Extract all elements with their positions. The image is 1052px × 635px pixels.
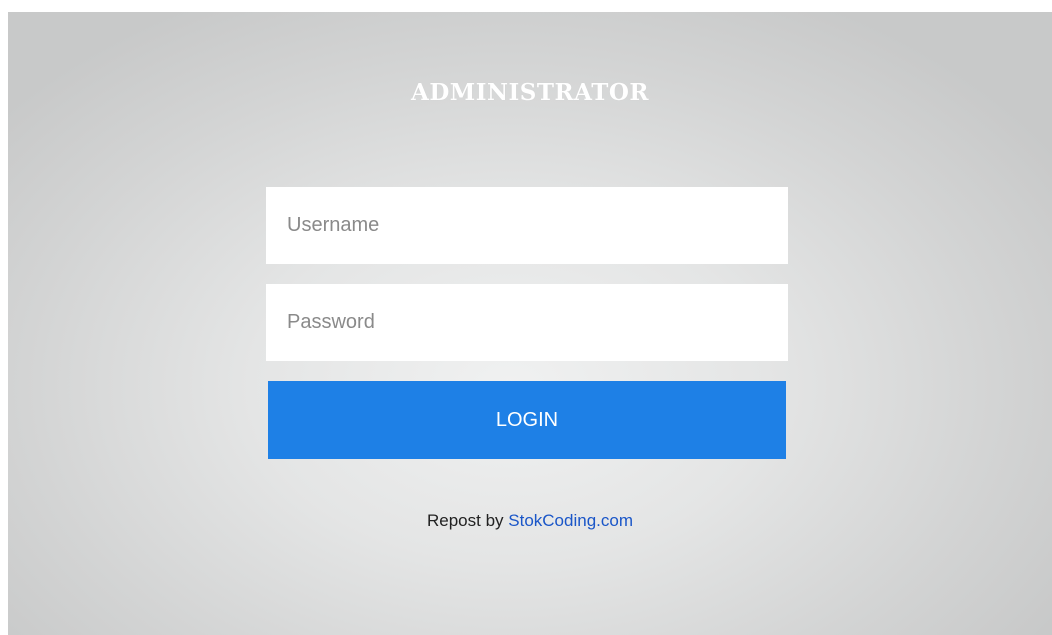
login-page: ADMINISTRATOR LOGIN Repost by StokCoding…	[8, 12, 1052, 635]
username-input[interactable]	[266, 187, 788, 264]
login-button[interactable]: LOGIN	[268, 381, 786, 459]
page-title: ADMINISTRATOR	[411, 79, 649, 106]
footer-link[interactable]: StokCoding.com	[508, 511, 633, 530]
password-input[interactable]	[266, 284, 788, 361]
footer-prefix: Repost by	[427, 511, 509, 530]
footer-credit: Repost by StokCoding.com	[8, 511, 1052, 531]
